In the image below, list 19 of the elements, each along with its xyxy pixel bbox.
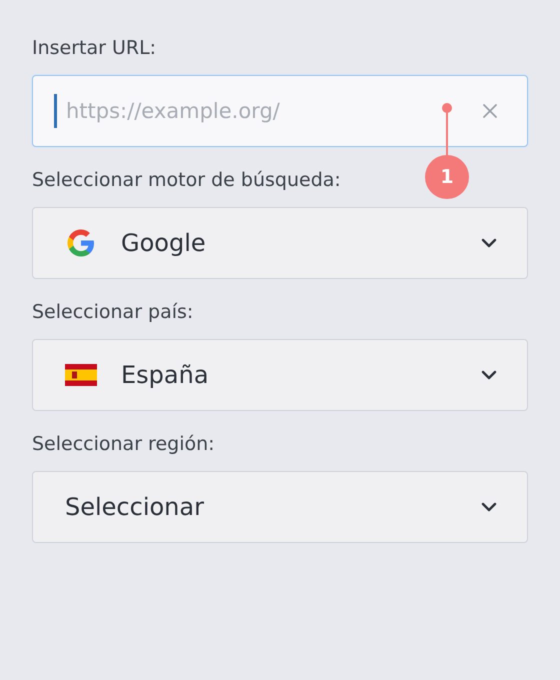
chevron-down-icon [481,370,497,380]
dropdown[interactable]: Seleccionar [32,471,528,543]
chevron-down-icon [481,238,497,248]
dropdown-value: Google [121,229,207,257]
url-field[interactable]: https://example.org/ [32,75,528,147]
field-label: Seleccionar motor de búsqueda: [32,168,341,193]
close-icon[interactable] [482,103,498,119]
field-label: Seleccionar país: [32,300,194,325]
google-g-icon [65,227,97,259]
field-label: Seleccionar región: [32,432,215,457]
text-cursor [54,94,57,128]
dropdown-value: España [121,361,210,389]
dropdown[interactable]: Google [32,207,528,279]
dropdown[interactable]: España [32,339,528,411]
dropdown-value: Seleccionar [65,493,205,521]
annotation-marker: 1 [425,155,469,199]
field-label: Insertar URL: [32,36,156,61]
chevron-down-icon [481,502,497,512]
flag-icon [65,364,97,386]
